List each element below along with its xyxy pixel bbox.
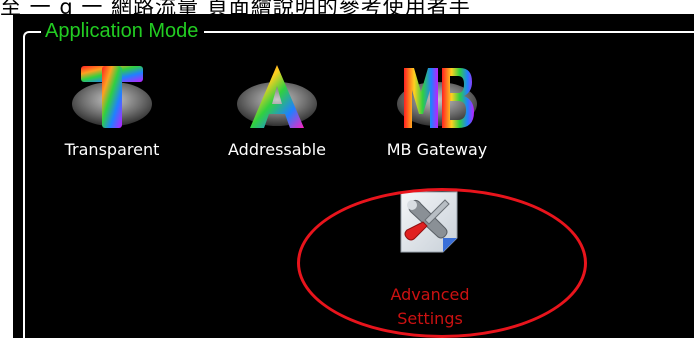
transparent-t-icon [72,66,152,128]
group-box-title: Application Mode [41,19,205,43]
mode-label: Transparent [64,140,160,159]
addressable-a-icon [237,65,317,128]
red-highlight-circle [297,188,587,338]
mode-label: Addressable [228,140,326,159]
mode-label: MB Gateway [386,140,488,159]
mode-addressable[interactable]: Addressable [207,62,347,172]
mode-transparent[interactable]: Transparent [42,62,182,172]
mode-mb-gateway[interactable]: MB Gateway [367,62,507,172]
mb-gateway-icon [397,68,477,128]
